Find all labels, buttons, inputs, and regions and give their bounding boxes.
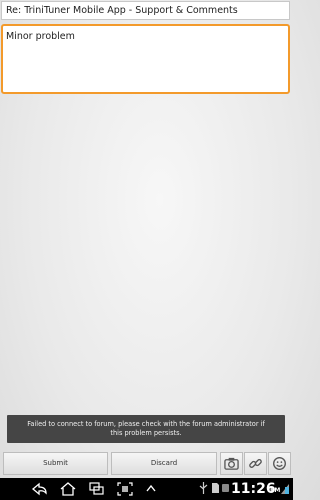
message-textarea[interactable]: Minor problem: [1, 24, 290, 94]
screenshot-icon[interactable]: [116, 481, 134, 497]
insert-emoji-button[interactable]: [268, 452, 291, 475]
battery-icon: [279, 481, 291, 497]
attach-image-button[interactable]: [220, 452, 243, 475]
home-icon[interactable]: [59, 481, 77, 497]
notification-icon: [221, 482, 230, 496]
error-toast: Failed to connect to forum, please check…: [7, 415, 285, 443]
camera-icon: [224, 457, 239, 470]
discard-button[interactable]: Discard: [111, 452, 217, 475]
submit-button[interactable]: Submit: [3, 452, 108, 475]
recent-apps-icon[interactable]: [88, 481, 106, 497]
link-icon: [249, 459, 262, 468]
menu-up-icon[interactable]: [144, 481, 158, 497]
smiley-icon: [273, 457, 286, 470]
sd-card-icon: [211, 482, 220, 496]
back-icon[interactable]: [30, 481, 48, 497]
insert-link-button[interactable]: [244, 452, 267, 475]
subject-field[interactable]: Re: TriniTuner Mobile App - Support & Co…: [1, 1, 290, 20]
status-clock: 11:26: [231, 481, 276, 497]
system-navigation-bar: 11:26 PM: [0, 478, 293, 500]
usb-icon: [199, 482, 208, 496]
